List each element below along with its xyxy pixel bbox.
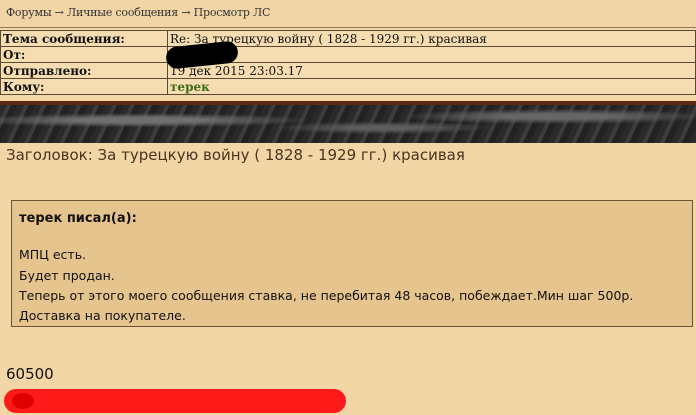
sent-value: 19 дек 2015 23:03.17 xyxy=(167,62,696,79)
to-label: Кому: xyxy=(0,78,168,95)
subject-value: Re: За турецкую войну ( 1828 - 1929 гг.)… xyxy=(167,30,696,47)
quote-line: Теперь от этого моего сообщения ставка, … xyxy=(19,288,634,303)
sent-label: Отправлено: xyxy=(0,62,168,79)
quote-block: терек писал(а): МПЦ есть. Будет продан. … xyxy=(11,200,693,327)
sent-row: Отправлено: 19 дек 2015 23:03.17 xyxy=(0,62,696,79)
quote-line: Будет продан. xyxy=(19,268,115,283)
quote-author: терек писал(а): xyxy=(19,211,137,226)
to-row: Кому: терек xyxy=(0,78,696,95)
decorative-divider xyxy=(0,101,696,143)
from-value[interactable] xyxy=(167,46,696,63)
subject-label: Тема сообщения: xyxy=(0,30,168,47)
message-title: Заголовок: За турецкую войну ( 1828 - 19… xyxy=(6,146,465,164)
bid-amount: 60500 xyxy=(6,365,54,383)
recipient-link[interactable]: терек xyxy=(167,78,696,95)
redaction-red xyxy=(4,389,346,413)
from-label: От: xyxy=(0,46,168,63)
subject-row: Тема сообщения: Re: За турецкую войну ( … xyxy=(0,30,696,47)
message-meta-table: Тема сообщения: Re: За турецкую войну ( … xyxy=(0,30,696,95)
from-row: От: xyxy=(0,46,696,63)
quote-line: Доставка на покупателе. xyxy=(19,308,186,323)
quote-line: МПЦ есть. xyxy=(19,247,87,262)
breadcrumb[interactable]: Форумы → Личные сообщения → Просмотр ЛС xyxy=(6,6,270,19)
top-bar: Форумы → Личные сообщения → Просмотр ЛС xyxy=(0,0,696,28)
